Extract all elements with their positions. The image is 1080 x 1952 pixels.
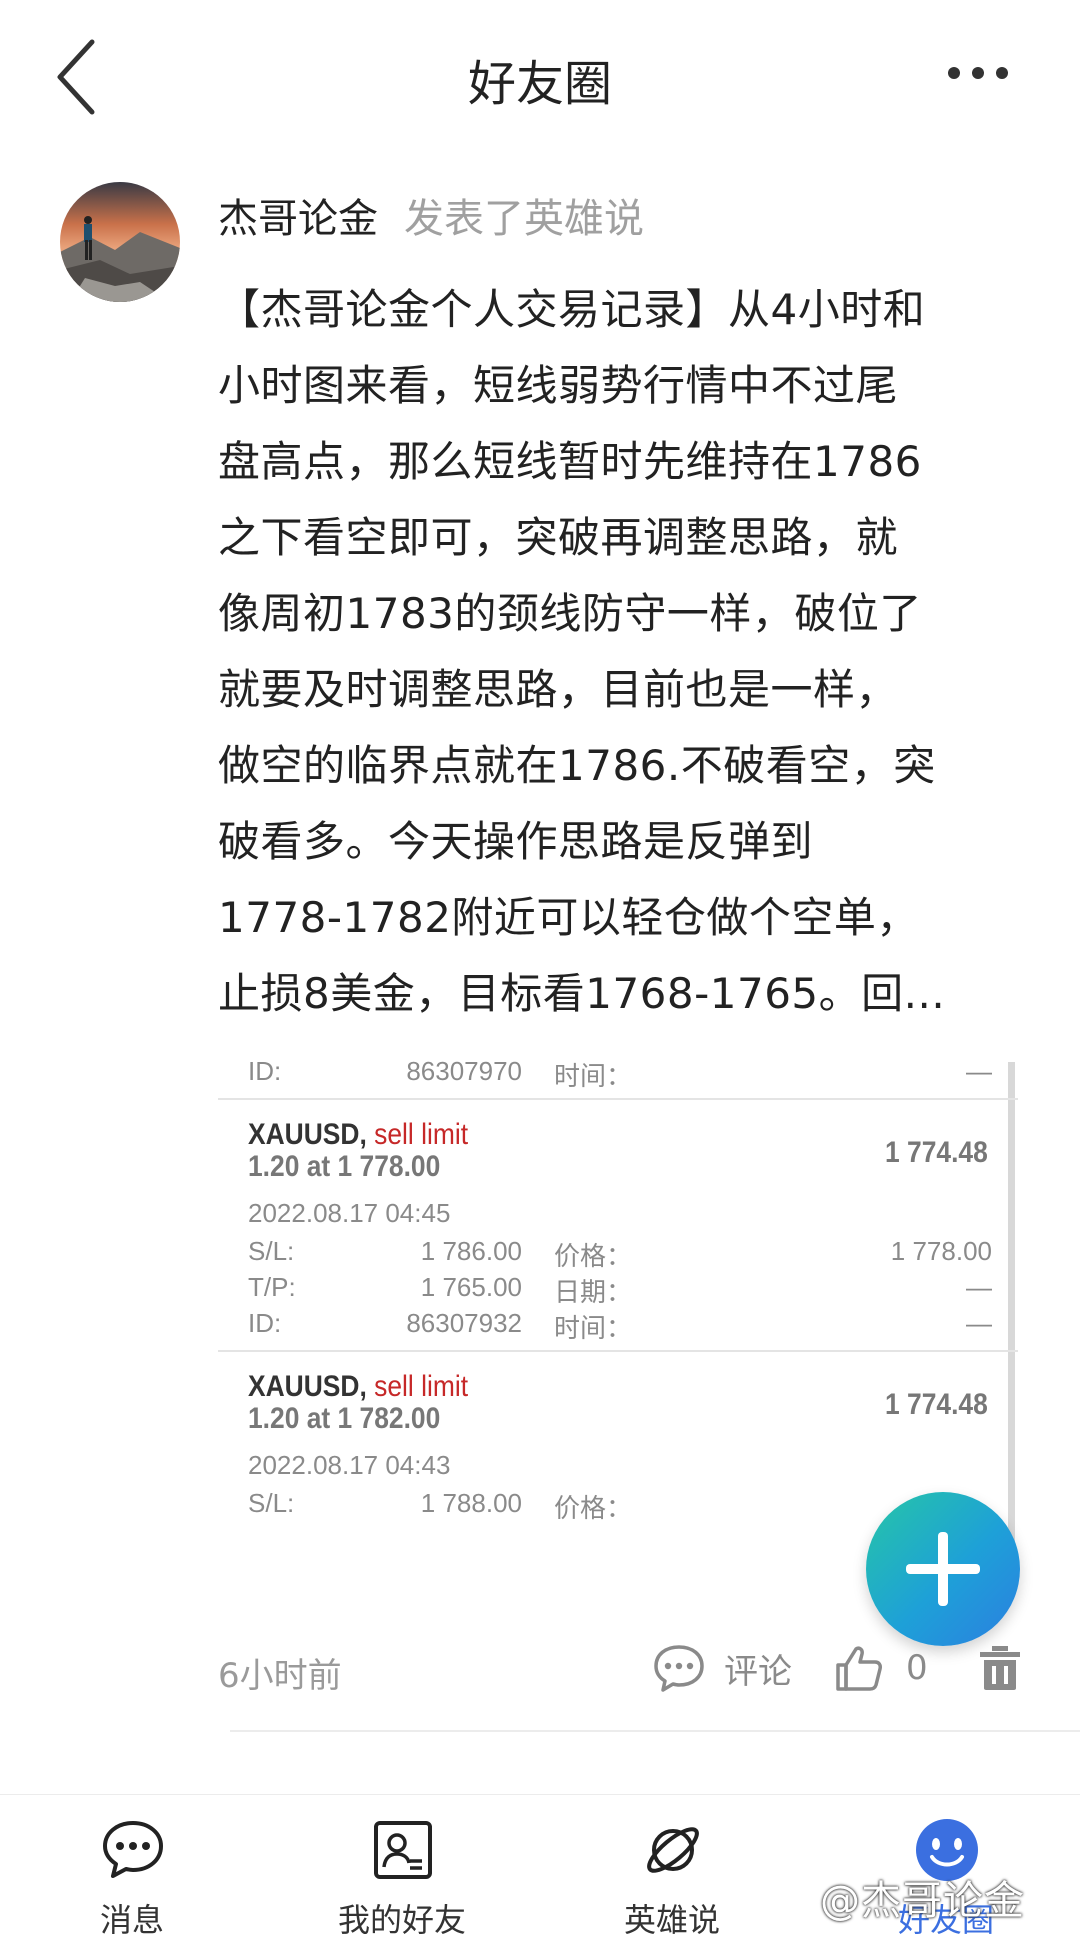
delete-button[interactable] [978, 1642, 1022, 1692]
order-time-label: 时间： [554, 1061, 633, 1091]
author-avatar[interactable] [60, 182, 180, 302]
order-type: sell limit [374, 1370, 469, 1403]
order-lots: 1.20 at 1 778.00 [248, 1150, 441, 1183]
nav-label: 消息 [99, 1901, 164, 1939]
order-type: sell limit [374, 1118, 469, 1151]
planet-icon [647, 1827, 699, 1873]
order-symbol-text: XAUUSD, [248, 1118, 367, 1151]
trash-icon [980, 1646, 1020, 1690]
order-time-value: — [966, 1308, 992, 1338]
avatar-mountain-photo [60, 182, 180, 302]
post-text-line: 盘高点，那么短线暂时先维持在1786 [218, 437, 922, 486]
post-text-line: 1778-1782附近可以轻仓做个空单， [218, 893, 919, 942]
nav-label: 我的好友 [337, 1901, 466, 1939]
more-horizontal-icon [948, 67, 1008, 79]
order-symbol-text: XAUUSD, [248, 1370, 367, 1403]
comment-icon [654, 1645, 704, 1692]
order-id-value: 86307970 [406, 1056, 522, 1086]
sl-label: S/L: [248, 1236, 295, 1266]
chat-bubble-icon [103, 1821, 163, 1878]
post-text-line: 像周初1783的颈线防守一样，破位了 [218, 589, 922, 638]
order-time-label: 时间： [554, 1313, 633, 1343]
order-id-label: ID: [248, 1308, 282, 1338]
post-text-line: 做空的临界点就在1786.不破看空，突 [218, 741, 936, 790]
top-bar: 好友圈 [0, 0, 1080, 160]
post-action-text: 发表了英雄说 [404, 196, 644, 242]
page-title: 好友圈 [467, 56, 612, 112]
author-line: 杰哥论金 发表了英雄说 [218, 186, 644, 244]
plus-icon [906, 1532, 980, 1606]
watermark: @杰哥论金 [820, 1878, 1025, 1924]
post-text-line: 之下看空即可，突破再调整思路，就 [218, 513, 899, 562]
post-text[interactable]: 【杰哥论金个人交易记录】从4小时和 小时图来看，短线弱势行情中不过尾 盘高点，那… [218, 272, 1018, 1032]
like-button[interactable]: 0 [834, 1638, 928, 1698]
sl-value: 1 788.00 [420, 1488, 522, 1518]
create-post-button[interactable] [866, 1492, 1020, 1646]
nav-label: 英雄说 [623, 1901, 720, 1939]
tp-value: 1 765.00 [420, 1272, 522, 1302]
order-symbol: XAUUSD, sell limit [248, 1118, 468, 1152]
order-lots: 1.20 at 1 782.00 [248, 1402, 441, 1435]
post-text-line: 就要及时调整思路，目前也是一样， [218, 665, 899, 714]
post-timestamp: 6小时前 [218, 1656, 342, 1696]
post-text-line: 【杰哥论金个人交易记录】从4小时和 [218, 285, 926, 334]
nav-item-hero-talk[interactable]: 英雄说 [572, 1795, 772, 1952]
order-datetime: 2022.08.17 04:45 [248, 1198, 451, 1228]
date-value: — [966, 1272, 992, 1302]
nav-item-messages[interactable]: 消息 [32, 1795, 232, 1952]
post-text-line: 破看多。今天操作思路是反弹到 [218, 817, 814, 866]
order-id-label: ID: [248, 1056, 282, 1086]
comment-label: 评论 [724, 1651, 792, 1692]
price-value: 1 778.00 [890, 1236, 992, 1266]
post-separator [230, 1730, 1080, 1732]
date-label: 日期： [554, 1277, 633, 1307]
order-current-price: 1 774.48 [885, 1388, 988, 1421]
author-name[interactable]: 杰哥论金 [218, 196, 378, 242]
order-datetime: 2022.08.17 04:43 [248, 1450, 451, 1480]
order-time-value: — [966, 1056, 992, 1086]
embed-divider [218, 1098, 1018, 1100]
more-button[interactable] [946, 58, 1010, 88]
post-text-line: 小时图来看，短线弱势行情中不过尾 [218, 361, 899, 410]
comment-button[interactable]: 评论 [652, 1640, 792, 1696]
order-id-value: 86307932 [406, 1308, 522, 1338]
order-current-price: 1 774.48 [885, 1136, 988, 1169]
sl-label: S/L: [248, 1488, 295, 1518]
price-label: 价格： [554, 1241, 633, 1271]
like-count: 0 [906, 1648, 928, 1688]
sl-value: 1 786.00 [420, 1236, 522, 1266]
contact-card-icon [374, 1821, 432, 1879]
nav-item-my-friends[interactable]: 我的好友 [302, 1795, 502, 1952]
thumbs-up-icon [836, 1646, 882, 1691]
tp-label: T/P: [248, 1272, 296, 1302]
post-text-line: 止损8美金，目标看1768-1765。回... [218, 969, 946, 1018]
order-symbol: XAUUSD, sell limit [248, 1370, 468, 1404]
embed-divider [218, 1350, 1018, 1352]
price-label: 价格： [554, 1493, 633, 1523]
